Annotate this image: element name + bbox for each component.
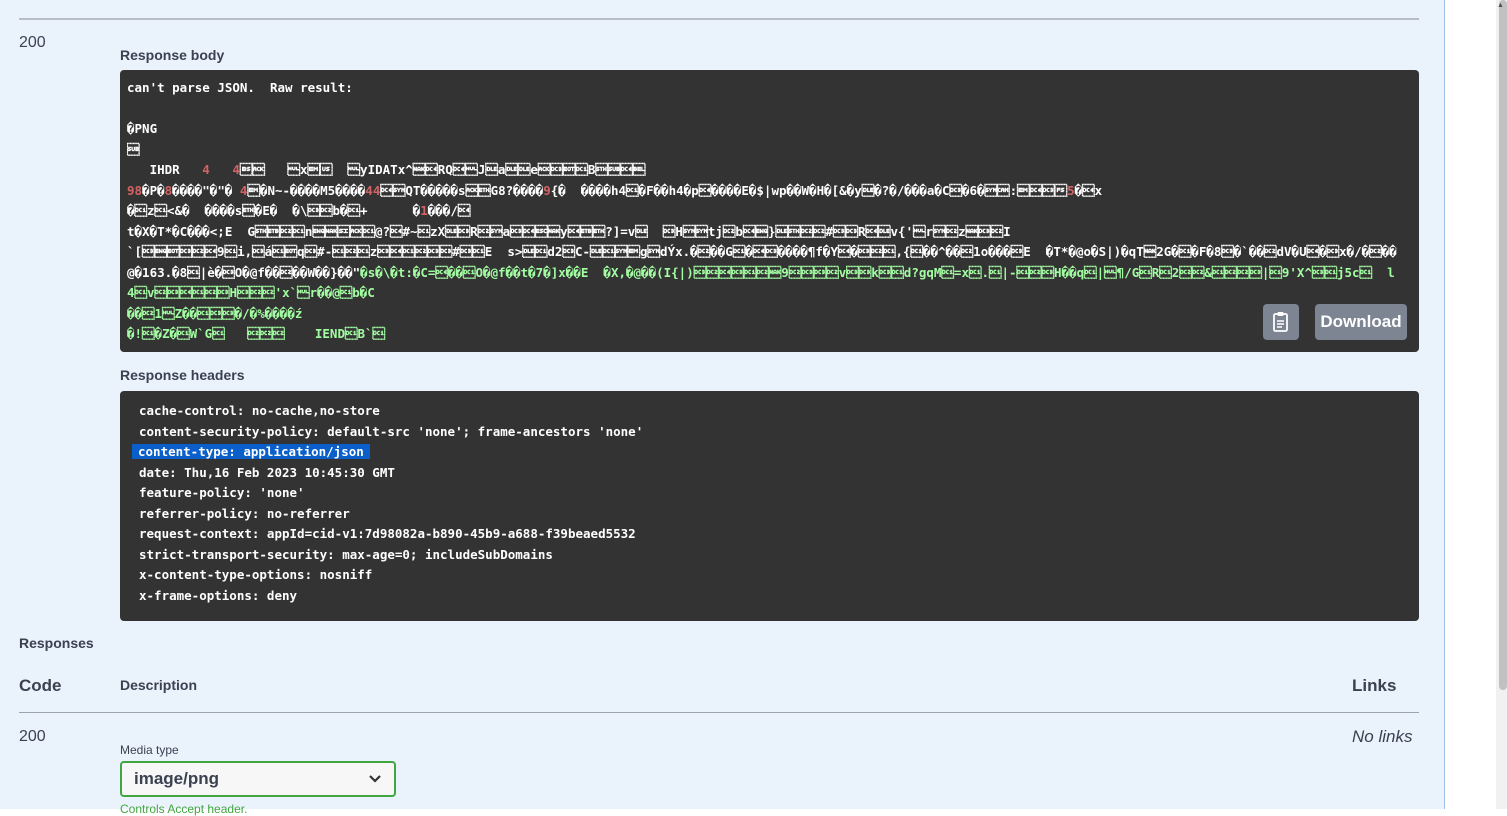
response-body-line [127, 99, 1412, 120]
media-type-label: Media type [120, 743, 179, 757]
body-text-segment: 98 [127, 182, 143, 198]
response-headers-label: Response headers [120, 367, 245, 383]
chevron-down-icon [369, 775, 381, 783]
response-header-text: x-frame-options: deny [139, 587, 298, 603]
media-type-select[interactable]: image/png [120, 761, 396, 797]
response-body[interactable]: can't parse JSON. Raw result: �PNG  IHDR … [120, 70, 1419, 352]
response-body-line: �!�Z�W`G  IENDB` [127, 324, 1412, 345]
body-text-segment: t�X�T*�C���<;E Gn@?#~zXRa… [127, 223, 1011, 239]
response-body-label: Response body [120, 47, 225, 63]
body-text-segment: 4 [202, 162, 210, 177]
body-text-segment: IHDR [127, 162, 203, 177]
body-text-segment: 9 [543, 182, 551, 198]
body-text-segment: �!�Z�W`G  IENDB` [127, 326, 386, 341]
body-text-segment: 44 [365, 182, 381, 198]
body-text-segment: {� ����h4�F��h4�p����E�$|wp��W�H�[&�y… [550, 182, 1068, 198]
response-header-text: strict-transport-security: max-age=0; in… [139, 546, 553, 562]
body-text-segment:  [127, 141, 140, 157]
body-text-segment: ���/ [427, 203, 471, 218]
column-header-description: Description [120, 677, 198, 693]
body-text-segment: ����"�"� [172, 182, 240, 198]
response-header-text: x-content-type-options: nosniff [139, 567, 373, 582]
response-header-text: cache-control: no-cache,no-store [139, 403, 380, 418]
body-text-segment: 5 [1067, 182, 1075, 198]
response-header-line: x-frame-options: deny [139, 586, 1400, 607]
response-header-text: referrer-policy: no-referrer [139, 505, 350, 521]
responses-title: Responses [19, 635, 94, 651]
response-body-line: �z<&� ����s�E� �\b�+ �1���/ [127, 201, 1412, 222]
body-text-segment: �z<&� ����s�E� �\b�+ � [127, 203, 421, 218]
body-text-segment: ��1 Z���/�%����ź [127, 305, 303, 321]
response-body-line: �PNG [127, 119, 1412, 140]
response-headers[interactable]: cache-control: no-cache,no-store content-… [120, 391, 1419, 621]
body-text-segment: @�163.�8|è�O�@f����W��}��" [127, 264, 361, 280]
body-text-segment: 4vH'x` r��@b�C [127, 285, 375, 300]
response-body-line: `[9i,áq#-z#E s>d… [127, 242, 1412, 263]
response-body-line: t�X�T*�C���<;E Gn@?#~zXRa… [127, 222, 1412, 243]
response-header-line: strict-transport-security: max-age=0; in… [139, 545, 1400, 566]
response-header-text: date: Thu,16 Feb 2023 10:45:30 GMT [139, 464, 395, 480]
controls-accept-note: Controls Accept header. [120, 802, 248, 816]
response-header-line: cache-control: no-cache,no-store [139, 401, 1400, 422]
response-header-line: date: Thu,16 Feb 2023 10:45:30 GMT [139, 463, 1400, 484]
scrollbar-thumb[interactable] [1499, 0, 1507, 690]
table-header-divider [19, 712, 1419, 713]
body-text-segment: 1 [420, 203, 428, 218]
response-body-line:  [127, 140, 1412, 161]
media-type-value: image/png [134, 769, 220, 788]
response-header-line: x-content-type-options: nosniff [139, 565, 1400, 586]
response-body-line: 4vH'x` r��@b�C [127, 283, 1412, 304]
response-body-line: 98�P�8����"�"� 4�N~-����M5����44QT���… [127, 181, 1412, 202]
response-row-code: 200 [19, 728, 46, 745]
response-header-text: feature-policy: 'none' [139, 485, 305, 500]
response-body-line: IHDR 4 4  x  yIDATx^RQ JaeB… [127, 160, 1412, 181]
body-text-segment: QT�����sG8?���� [380, 182, 544, 198]
body-text-segment: �N~-����M5���� [247, 182, 366, 198]
response-header-line: content-type: application/json [132, 442, 1400, 463]
body-text-segment: can't parse JSON. Raw result: [127, 80, 353, 95]
download-button[interactable]: Download [1315, 304, 1407, 340]
body-text-segment [210, 162, 233, 177]
body-text-segment: �P� [142, 182, 165, 198]
response-header-line: request-context: appId=cid-v1:7d98082a-b… [139, 524, 1400, 545]
scroll-up-arrow-icon[interactable]: ▲ [1497, 2, 1504, 9]
response-body-line: ��1 Z���/�%����ź [127, 304, 1412, 325]
copy-button[interactable] [1263, 304, 1299, 340]
response-header-line: referrer-policy: no-referrer [139, 504, 1400, 525]
body-text-segment: 4 [232, 162, 240, 177]
no-links-text: No links [1352, 727, 1413, 746]
body-text-segment: �PNG [127, 121, 158, 136]
body-text-segment: �s�\�t:�C=��O�@f��t�7�]x��E �X,�@��(I{… [360, 264, 1395, 280]
clipboard-copy-icon [1273, 312, 1288, 332]
body-text-segment: �x [1074, 182, 1103, 198]
response-header-line: feature-policy: 'none' [139, 483, 1400, 504]
response-body-line: can't parse JSON. Raw result: [127, 78, 1412, 99]
response-header-text: content-security-policy: default-src 'no… [139, 423, 644, 439]
divider [19, 18, 1419, 20]
response-header-text: content-type: application/json [132, 444, 370, 459]
response-status-code: 200 [19, 34, 46, 51]
response-header-line: content-security-policy: default-src 'no… [139, 422, 1400, 443]
body-text-segment: `[9i,áq#-z#E s>d… [127, 244, 1397, 259]
column-header-code: Code [19, 676, 62, 695]
column-header-links: Links [1352, 676, 1397, 695]
response-header-text: request-context: appId=cid-v1:7d98082a-b… [139, 526, 636, 541]
response-body-line: @�163.�8|è�O�@f����W��}��"�s�\�t:�C=… [127, 263, 1412, 284]
body-text-segment:   x  yIDATx^RQ JaeB [239, 162, 646, 177]
